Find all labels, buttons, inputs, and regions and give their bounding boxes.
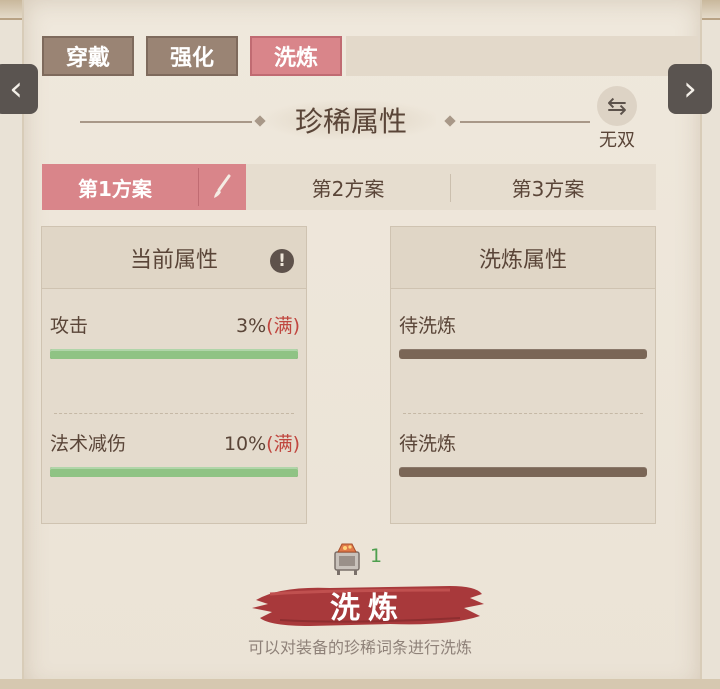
attr-divider — [54, 413, 294, 414]
swap-arrows-icon: ⇆ — [597, 86, 637, 126]
chevron-right-icon: › — [683, 69, 697, 109]
current-attributes-header: 当前属性 — [42, 227, 306, 289]
header-line-left — [80, 121, 252, 123]
pending-attr-name: 待洗炼 — [399, 315, 457, 337]
switch-mode-label: 无双 — [599, 130, 635, 151]
plan-tab-2[interactable]: 第2方案 — [246, 164, 450, 210]
refine-button[interactable]: 洗炼 — [250, 580, 486, 630]
prev-arrow-button[interactable]: ‹ — [0, 64, 38, 114]
attr-divider — [403, 413, 643, 414]
chevron-left-icon: ‹ — [9, 69, 23, 109]
attr-full-tag: (满) — [266, 433, 300, 455]
refine-button-label: 洗炼 — [330, 591, 406, 626]
pending-attr-bar — [399, 467, 647, 477]
pending-attr-bar — [399, 349, 647, 359]
material-count: 1 — [370, 545, 383, 567]
next-arrow-button[interactable]: › — [668, 64, 712, 114]
section-title: 珍稀属性 — [266, 100, 436, 140]
attr-progress-bar — [50, 349, 298, 359]
edit-brush-icon[interactable] — [198, 168, 245, 206]
attr-name: 法术减伤 — [50, 433, 127, 455]
switch-mode-button[interactable]: ⇆ 无双 — [592, 86, 642, 154]
tab-wear[interactable]: 穿戴 — [42, 36, 134, 76]
refine-hint: 可以对装备的珍稀词条进行洗炼 — [247, 638, 472, 657]
attr-progress-bar — [50, 467, 298, 477]
plan-tab-1-label: 第1方案 — [78, 176, 152, 201]
attr-name: 攻击 — [50, 315, 89, 337]
refined-attributes-header: 洗炼属性 — [391, 227, 655, 289]
current-attributes-panel: 当前属性 ! 攻击 3%(满) 法术减伤 10%(满) — [41, 226, 307, 524]
header-line-right — [460, 121, 590, 123]
attr-value: 10%(满) — [224, 429, 300, 456]
attr-progress-fill — [50, 467, 298, 477]
plan-tab-3[interactable]: 第3方案 — [450, 164, 646, 210]
attr-value-number: 10% — [223, 433, 267, 455]
tab-refine[interactable]: 洗炼 — [250, 36, 342, 76]
tab-enhance-label: 强化 — [169, 46, 214, 71]
refined-attributes-title: 洗炼属性 — [478, 247, 567, 273]
attr-value: 3%(满) — [236, 311, 300, 338]
tab-refine-label: 洗炼 — [273, 46, 318, 71]
info-icon[interactable]: ! — [270, 249, 294, 273]
tab-enhance[interactable]: 强化 — [146, 36, 238, 76]
plan-tab-2-label: 第2方案 — [311, 176, 385, 201]
pending-attr-name: 待洗炼 — [399, 433, 457, 455]
attr-progress-fill — [50, 349, 298, 359]
refine-stone-icon — [330, 540, 364, 576]
tab-strip-background — [346, 36, 698, 76]
attr-full-tag: (满) — [266, 315, 300, 337]
current-attributes-title: 当前属性 — [129, 247, 218, 273]
refined-attributes-panel: 洗炼属性 待洗炼 待洗炼 — [390, 226, 656, 524]
plan-tab-3-label: 第3方案 — [511, 176, 585, 201]
tab-wear-label: 穿戴 — [65, 46, 110, 71]
attr-value-number: 3% — [236, 315, 267, 337]
bottom-border — [0, 679, 720, 689]
